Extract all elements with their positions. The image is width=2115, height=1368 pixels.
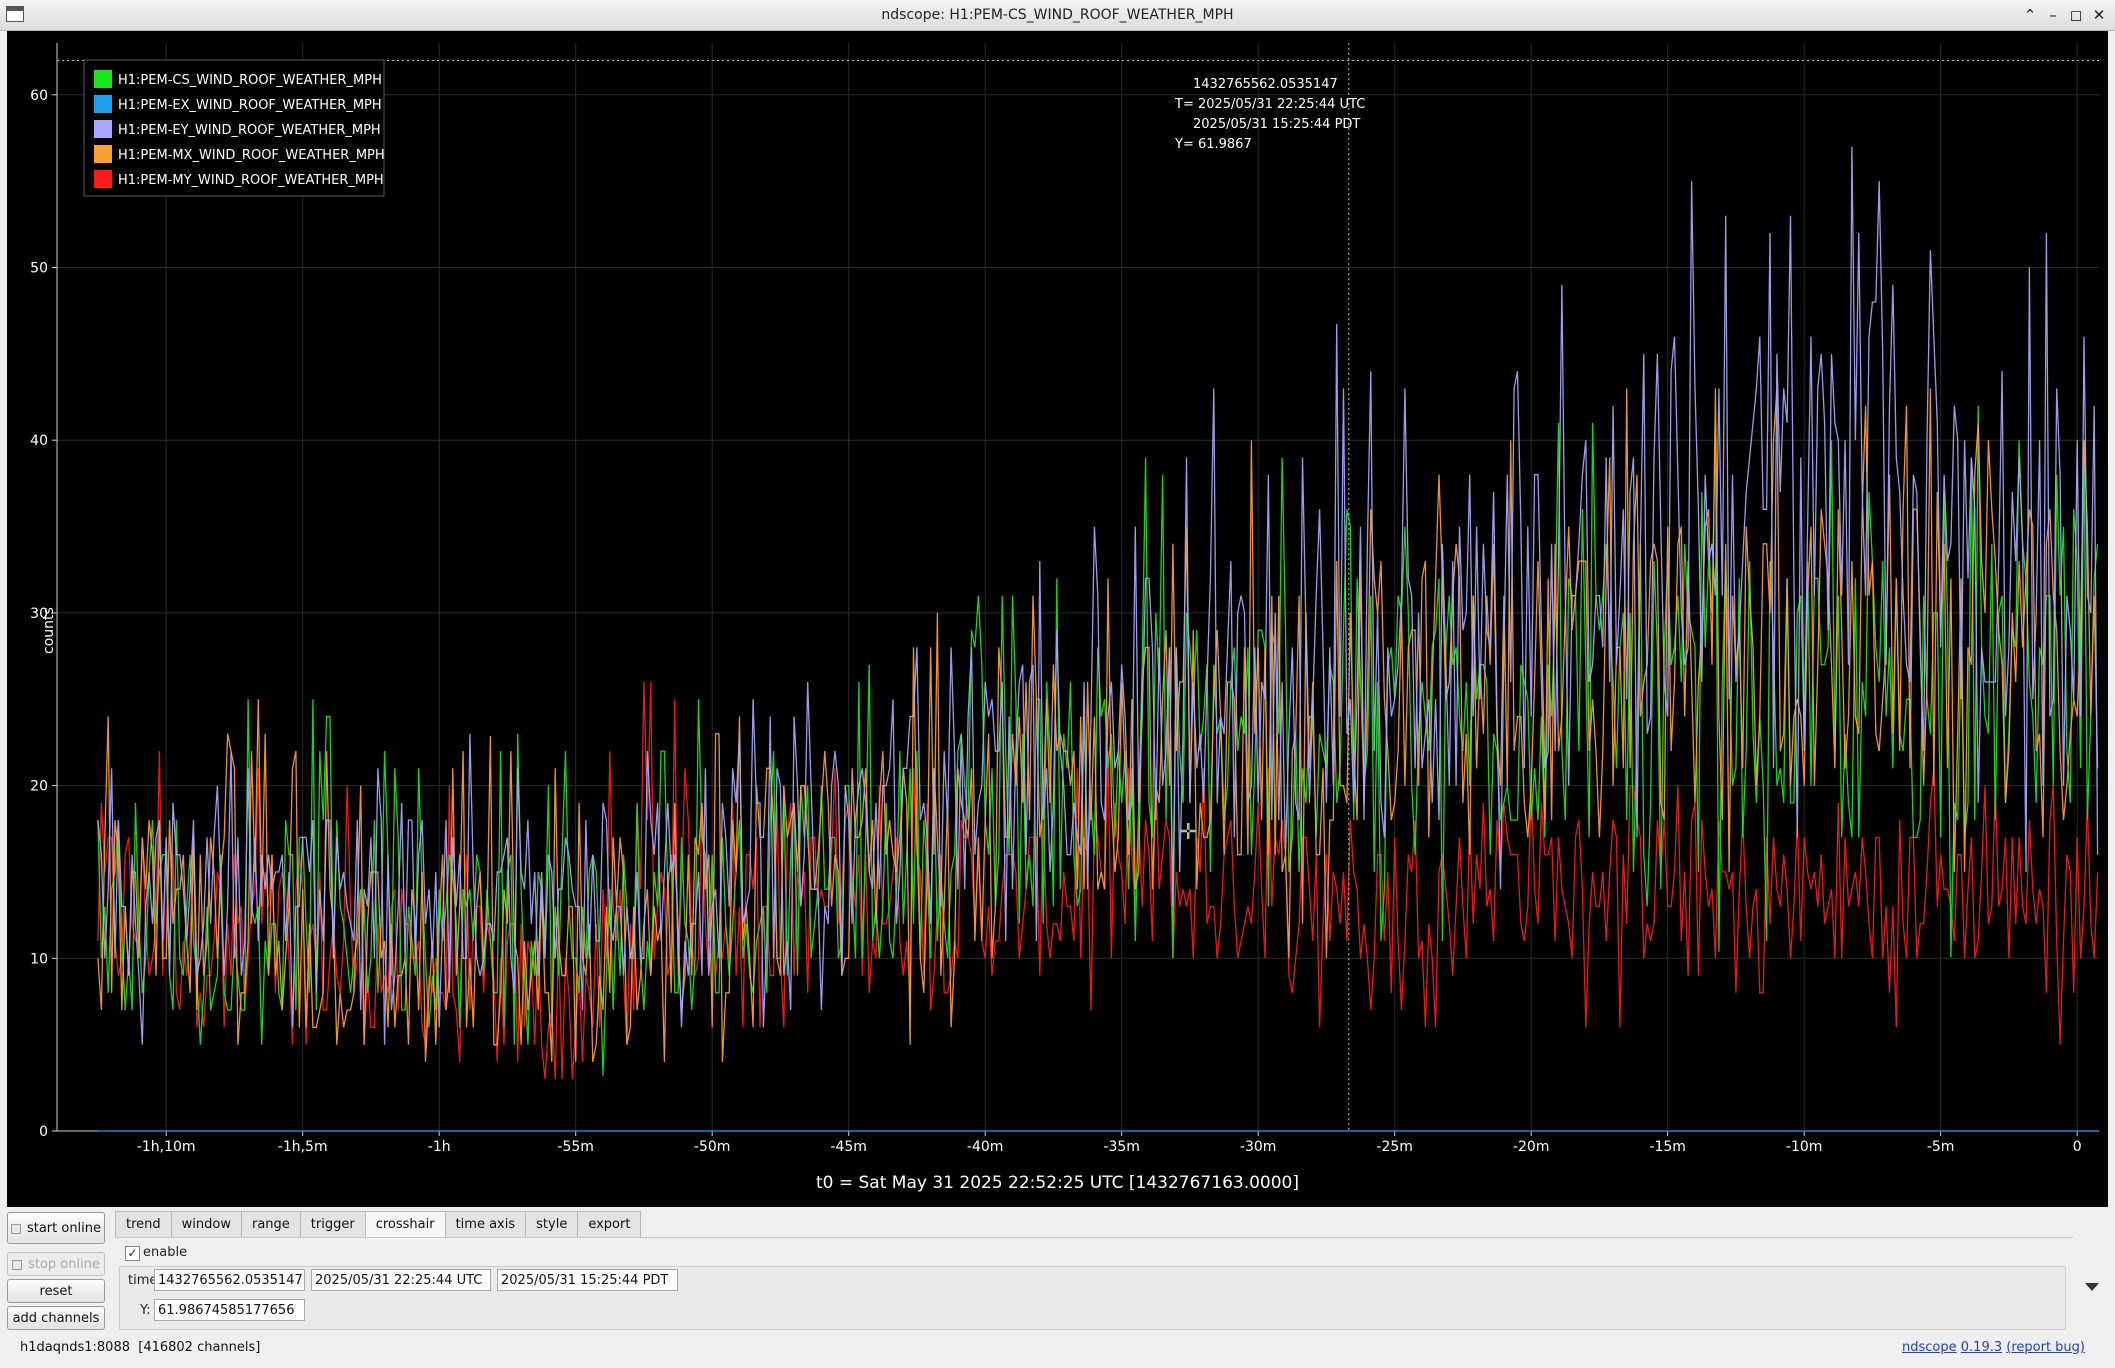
y-tick-label: 20 xyxy=(30,779,48,795)
y-tick-label: 60 xyxy=(30,88,48,104)
stop-online-label: stop online xyxy=(28,1257,100,1272)
add-channels-button[interactable]: add channels xyxy=(7,1306,105,1330)
status-bar: h1daqnds1:8088 [416802 channels] xyxy=(20,1340,260,1355)
x-tick-label: -30m xyxy=(1240,1139,1277,1155)
tab-window[interactable]: window xyxy=(170,1211,241,1238)
x-tick-label: -20m xyxy=(1513,1139,1550,1155)
tab-crosshair[interactable]: crosshair xyxy=(364,1211,445,1239)
legend-swatch xyxy=(94,120,112,138)
x-tick-label: -50m xyxy=(694,1139,731,1155)
x-tick-label: -55m xyxy=(557,1139,594,1155)
title-bar: ndscope: H1:PEM-CS_WIND_ROOF_WEATHER_MPH… xyxy=(0,0,2115,31)
y-label: Y: xyxy=(140,1303,151,1318)
start-online-label: start online xyxy=(26,1221,102,1236)
move-cursor-icon: ✛ xyxy=(1179,820,1197,845)
x-tick-label: -5m xyxy=(1927,1139,1955,1155)
report-bug-link[interactable]: (report bug) xyxy=(2006,1340,2085,1355)
plot-area[interactable]: 0 10 20 30 40 50 60 -1h,10m -1h,5m -1h -55m -50m -45… xyxy=(7,31,2108,1207)
x-tick-label: -10m xyxy=(1786,1139,1823,1155)
control-area: start online stop online reset add chann… xyxy=(0,1207,2115,1368)
play-icon xyxy=(10,1223,21,1234)
y-value-field[interactable] xyxy=(154,1299,305,1321)
crosshair-readout-text: Y= 61.9867 xyxy=(1174,137,1252,152)
minimize-icon[interactable]: – xyxy=(2043,4,2063,26)
legend-label: H1:PEM-CS_WIND_ROOF_WEATHER_MPH xyxy=(118,73,382,88)
keep-above-icon[interactable]: ⌃ xyxy=(2020,4,2040,26)
x-tick-label: 0 xyxy=(2073,1139,2082,1155)
legend-label: H1:PEM-EX_WIND_ROOF_WEATHER_MPH xyxy=(118,98,382,113)
series-line-h1-pem-ey-wind-roof-weather-mph xyxy=(97,146,2099,1045)
x-tick-label: -35m xyxy=(1103,1139,1140,1155)
tab-export[interactable]: export xyxy=(577,1211,642,1238)
tab-style[interactable]: style xyxy=(525,1211,578,1238)
x-tick-label: -1h,10m xyxy=(137,1139,196,1155)
legend-label: H1:PEM-MX_WIND_ROOF_WEATHER_MPH xyxy=(118,148,385,163)
tab-bar: trend window range trigger crosshair tim… xyxy=(115,1211,642,1239)
crosshair-readout-text: 2025/05/31 15:25:44 PDT xyxy=(1193,117,1360,132)
x-tick-label: -1h,5m xyxy=(278,1139,328,1155)
tab-time-axis[interactable]: time axis xyxy=(444,1211,526,1238)
x-tick-label: -15m xyxy=(1649,1139,1686,1155)
series-line-h1-pem-mx-wind-roof-weather-mph xyxy=(97,388,2099,1063)
enable-label: enable xyxy=(143,1245,188,1260)
x-tick-label: -25m xyxy=(1376,1139,1413,1155)
x-tick-label: -40m xyxy=(967,1139,1004,1155)
maximize-icon[interactable]: ◻ xyxy=(2066,4,2086,26)
y-tick-label: 40 xyxy=(30,433,48,449)
t0-label: t0 = Sat May 31 2025 22:52:25 UTC [14327… xyxy=(815,1173,1299,1193)
legend-label: H1:PEM-MY_WIND_ROOF_WEATHER_MPH xyxy=(118,173,384,188)
stop-online-button[interactable]: stop online xyxy=(7,1252,105,1276)
version-link[interactable]: 0.19.3 xyxy=(1961,1340,2002,1355)
legend-label: H1:PEM-EY_WIND_ROOF_WEATHER_MPH xyxy=(118,123,381,138)
crosshair-panel: ✓ enable time: Y: xyxy=(115,1237,2073,1338)
channel-count: [416802 channels] xyxy=(138,1340,261,1355)
stop-icon xyxy=(12,1259,23,1270)
y-tick-label: 50 xyxy=(30,261,48,277)
ndscope-link[interactable]: ndscope xyxy=(1902,1340,1957,1355)
y-tick-label: 0 xyxy=(39,1124,48,1140)
x-tick-label: -1h xyxy=(428,1139,451,1155)
legend-swatch xyxy=(94,170,112,188)
legend-swatch xyxy=(94,70,112,88)
version-info: ndscope 0.19.3 (report bug) xyxy=(1902,1340,2085,1355)
tab-trigger[interactable]: trigger xyxy=(299,1211,365,1238)
tab-trend[interactable]: trend xyxy=(115,1211,171,1238)
time-utc-field[interactable] xyxy=(311,1269,491,1291)
crosshair-readout-text: T= 2025/05/31 22:25:44 UTC xyxy=(1174,97,1365,112)
expand-arrow-icon[interactable] xyxy=(2085,1283,2099,1291)
y-axis-label: counts xyxy=(41,607,57,654)
window-title: ndscope: H1:PEM-CS_WIND_ROOF_WEATHER_MPH xyxy=(881,7,1234,23)
y-tick-label: 10 xyxy=(30,951,48,967)
enable-checkbox[interactable]: ✓ xyxy=(125,1246,140,1261)
start-online-button[interactable]: start online xyxy=(7,1212,105,1244)
plot-canvas[interactable]: 0102030405060-1h,10m -1h,5m -1h -55m -50m -45… xyxy=(7,31,2108,1207)
crosshair-readout-text: 1432765562.0535147 xyxy=(1193,77,1338,92)
legend-swatch xyxy=(94,145,112,163)
crosshair-values-group: time: Y: xyxy=(119,1266,2066,1330)
time-gps-field[interactable] xyxy=(154,1269,305,1291)
time-pdt-field[interactable] xyxy=(497,1269,678,1291)
legend-swatch xyxy=(94,95,112,113)
close-icon[interactable]: ✕ xyxy=(2089,4,2109,26)
reset-button[interactable]: reset xyxy=(7,1279,105,1303)
tab-range[interactable]: range xyxy=(240,1211,300,1238)
server-address: h1daqnds1:8088 xyxy=(20,1340,130,1355)
x-tick-label: -45m xyxy=(830,1139,867,1155)
